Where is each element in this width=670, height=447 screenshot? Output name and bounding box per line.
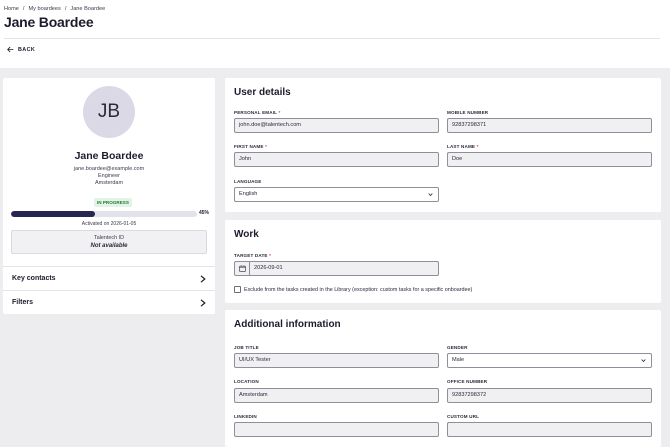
- language-value: English: [239, 191, 258, 197]
- target-date-label: TARGET DATE *: [234, 253, 272, 258]
- target-date-field[interactable]: 2026-09-01: [234, 261, 439, 276]
- activated-date: Activated on 2026-01-05: [81, 221, 137, 227]
- page-header: Home / My boardees / Jane Boardee Jane Board…: [0, 0, 670, 68]
- progress-fill: [11, 211, 95, 217]
- mobile-number-field[interactable]: 92837298371: [447, 118, 652, 133]
- chevron-right-icon: [200, 298, 206, 307]
- gender-value: Male: [452, 357, 465, 363]
- work-card: Work TARGET DATE * 2026-09-01 Exclude fr…: [225, 220, 661, 303]
- first-name-label: FIRST NAME *: [234, 144, 267, 149]
- location-label: LOCATION: [234, 379, 259, 384]
- work-title: Work: [234, 229, 259, 240]
- additional-info-title: Additional information: [234, 319, 341, 330]
- key-contacts-label: Key contacts: [12, 275, 56, 282]
- additional-info-card: Additional information JOB TITLE UI/UX T…: [225, 310, 661, 447]
- language-label: LANGUAGE: [234, 179, 262, 184]
- progress-bar: [11, 211, 197, 217]
- personal-email-label: PERSONAL EMAIL *: [234, 110, 281, 115]
- avatar: JB: [83, 86, 135, 138]
- linkedin-field[interactable]: [234, 422, 439, 437]
- page-title: Jane Boardee: [4, 14, 94, 30]
- profile-email: jane.boardee@example.com: [73, 166, 145, 172]
- exclude-library-tasks-checkbox[interactable]: [234, 286, 241, 293]
- header-divider: [4, 38, 660, 39]
- personal-email-field[interactable]: john.doe@talentech.com: [234, 118, 439, 133]
- breadcrumb: Home / My boardees / Jane Boardee: [4, 6, 106, 12]
- profile-location: Amsterdam: [94, 180, 124, 186]
- user-details-title: User details: [234, 87, 291, 98]
- status-badge: IN PROGRESS: [94, 198, 132, 207]
- profile-role: Engineer: [97, 173, 121, 179]
- back-label: BACK: [18, 46, 36, 53]
- filters-label: Filters: [12, 299, 34, 306]
- location-field[interactable]: Amsterdam: [234, 388, 439, 403]
- last-name-field[interactable]: Doe: [447, 152, 652, 167]
- back-button[interactable]: BACK: [7, 46, 35, 53]
- first-name-field[interactable]: John: [234, 152, 439, 167]
- user-details-card: User details PERSONAL EMAIL * john.doe@t…: [225, 78, 661, 212]
- exclude-library-tasks-label: Exclude from the tasks created in the Li…: [244, 287, 473, 293]
- profile-card: JB Jane Boardee jane.boardee@example.com…: [3, 78, 215, 314]
- chevron-down-icon: [428, 193, 433, 197]
- gender-select[interactable]: Male: [447, 353, 652, 368]
- custom-url-label: CUSTOM URL: [447, 414, 480, 419]
- profile-name: Jane Boardee: [74, 150, 144, 162]
- breadcrumb-home[interactable]: Home: [4, 6, 19, 12]
- target-date-value: 2026-09-01: [254, 265, 283, 271]
- breadcrumb-my-boardees[interactable]: My boardees: [28, 6, 60, 12]
- language-select[interactable]: English: [234, 187, 439, 202]
- job-title-label: JOB TITLE: [234, 345, 259, 350]
- linkedin-label: LINKEDIN: [234, 414, 257, 419]
- job-title-field[interactable]: UI/UX Tester: [234, 353, 439, 368]
- gender-label: GENDER: [447, 345, 468, 350]
- talentech-id-box: Talentech ID Not available: [11, 230, 207, 254]
- talentech-id-label: Talentech ID: [94, 235, 124, 241]
- talentech-id-value: Not available: [90, 243, 128, 249]
- calendar-icon[interactable]: [235, 262, 250, 275]
- filters-link[interactable]: Filters: [3, 290, 215, 314]
- key-contacts-link[interactable]: Key contacts: [3, 266, 215, 290]
- chevron-right-icon: [200, 274, 206, 283]
- progress-percent: 45%: [199, 210, 210, 216]
- last-name-label: LAST NAME *: [447, 144, 479, 149]
- mobile-number-label: MOBILE NUMBER: [447, 110, 489, 115]
- office-number-label: OFFICE NUMBER: [447, 379, 488, 384]
- office-number-field[interactable]: 92837298372: [447, 388, 652, 403]
- chevron-down-icon: [641, 359, 646, 363]
- breadcrumb-current: Jane Boardee: [70, 6, 106, 12]
- arrow-left-icon: [7, 46, 14, 53]
- custom-url-field[interactable]: [447, 422, 652, 437]
